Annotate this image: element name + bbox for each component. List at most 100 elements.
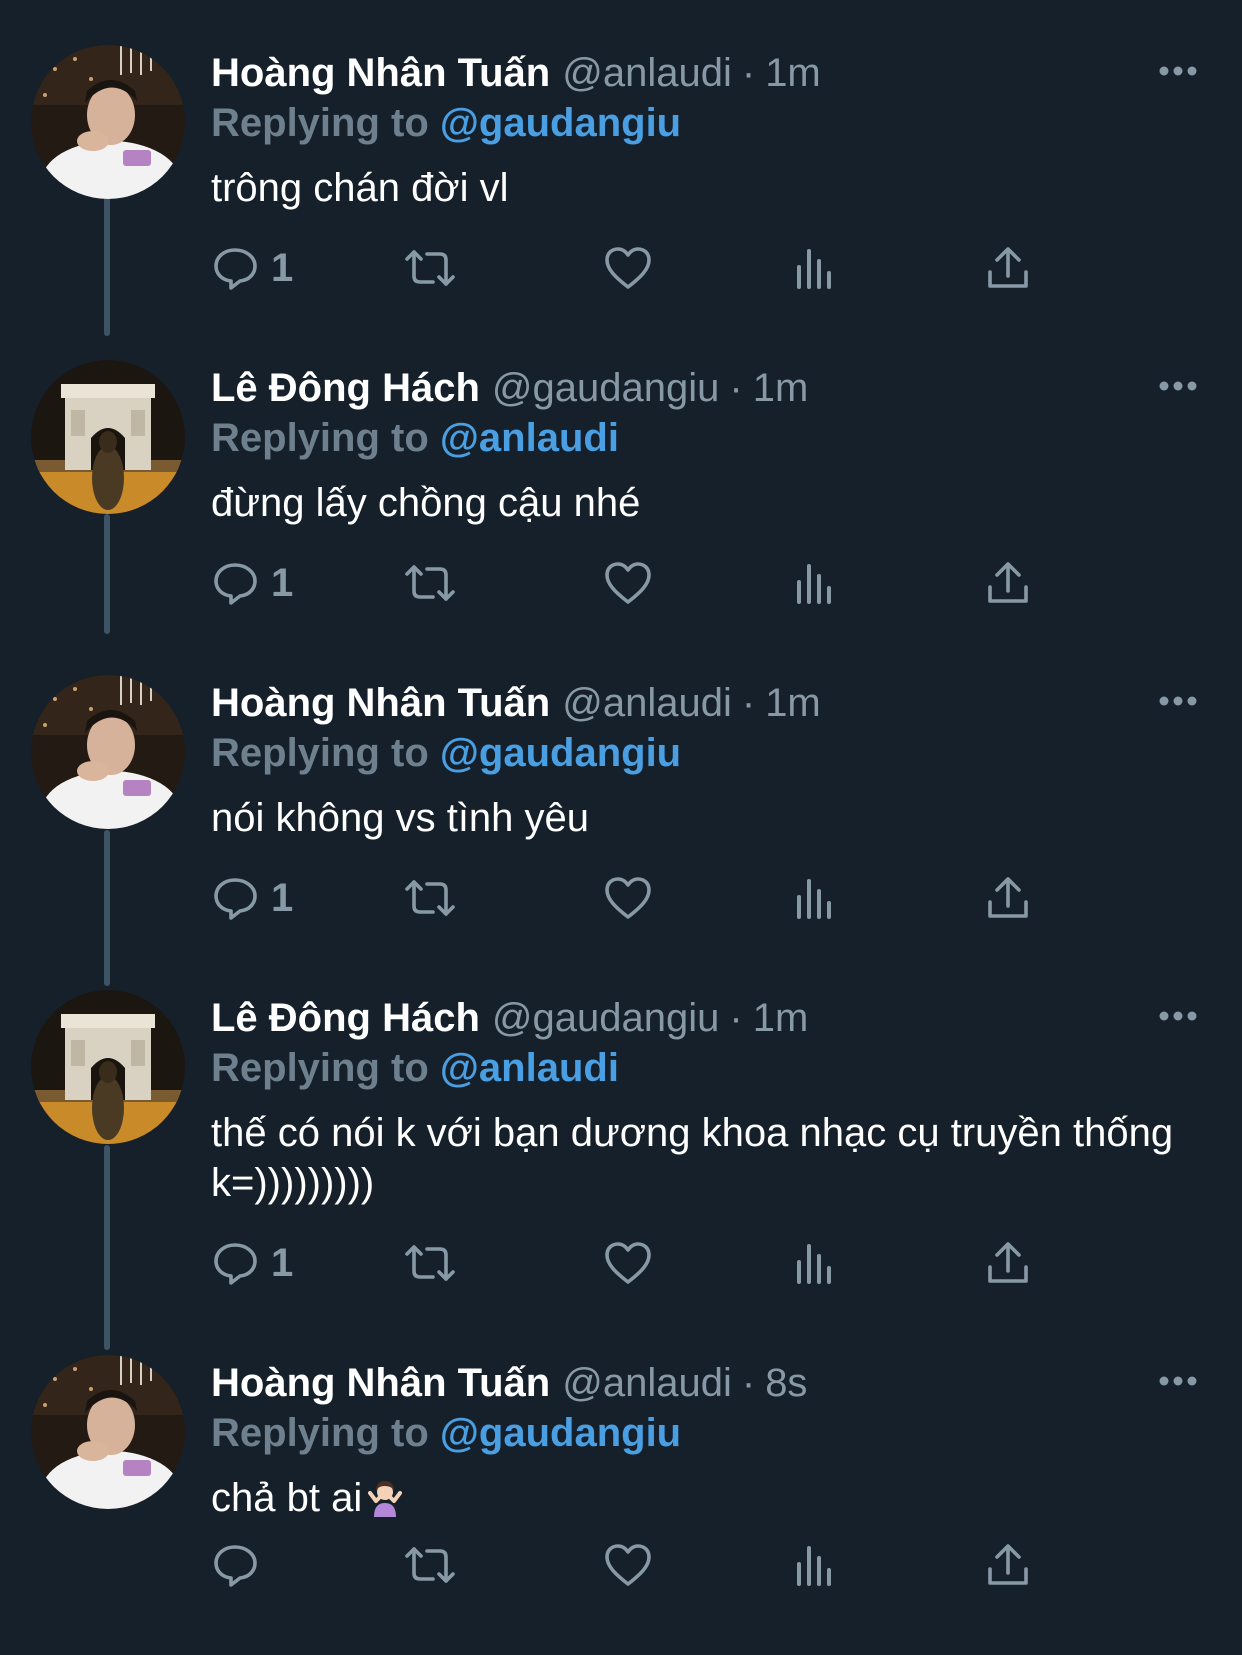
separator-dot: · — [741, 51, 756, 95]
views-button[interactable] — [793, 1535, 837, 1595]
display-name[interactable]: Lê Đông Hách — [211, 990, 480, 1046]
more-options-button[interactable] — [1156, 1361, 1200, 1401]
tweet-text-content: chả bt ai — [211, 1476, 363, 1520]
share-icon — [988, 877, 1028, 918]
avatar[interactable] — [31, 1355, 185, 1509]
mention-link[interactable]: @gaudangiu — [440, 101, 681, 145]
like-button[interactable] — [603, 238, 653, 298]
thread-line — [104, 1145, 110, 1350]
reply-bubble-icon — [214, 878, 257, 920]
reply-button[interactable]: 1 — [211, 1233, 293, 1293]
thread-line — [104, 514, 110, 634]
replying-to-label: Replying to — [211, 1411, 429, 1455]
user-handle[interactable]: @gaudangiu — [492, 990, 719, 1046]
analytics-icon — [797, 1546, 831, 1586]
tweet-header: Hoàng Nhân Tuấn @anlaudi · 8s — [211, 1355, 807, 1411]
share-button[interactable] — [985, 1233, 1031, 1293]
timestamp[interactable]: 8s — [765, 1355, 807, 1411]
views-button[interactable] — [793, 238, 837, 298]
replying-to: Replying to @gaudangiu — [211, 97, 681, 149]
more-options-button[interactable] — [1156, 366, 1200, 406]
avatar-portrait-image — [31, 45, 185, 199]
like-button[interactable] — [603, 868, 653, 928]
tweet-actions — [211, 1535, 1111, 1595]
retweet-button[interactable] — [403, 1233, 457, 1293]
reply-button[interactable]: 1 — [211, 238, 293, 298]
retweet-button[interactable] — [403, 238, 457, 298]
separator-dot: · — [729, 366, 743, 410]
mention-link[interactable]: @anlaudi — [440, 1046, 619, 1090]
tweet-actions: 1 — [211, 1233, 1111, 1293]
retweet-button[interactable] — [403, 553, 457, 613]
tweet-header: Lê Đông Hách @gaudangiu · 1m — [211, 990, 808, 1046]
mention-link[interactable]: @anlaudi — [440, 416, 619, 460]
like-button[interactable] — [603, 1535, 653, 1595]
reply-bubble-icon — [214, 1243, 257, 1285]
tweet-actions: 1 — [211, 238, 1111, 298]
timestamp[interactable]: 1m — [753, 360, 809, 416]
like-button[interactable] — [603, 553, 653, 613]
replying-to: Replying to @gaudangiu — [211, 727, 681, 779]
analytics-icon — [797, 249, 831, 289]
heart-icon — [605, 877, 651, 919]
reply-button[interactable]: 1 — [211, 553, 293, 613]
more-options-button[interactable] — [1156, 681, 1200, 721]
analytics-icon — [797, 564, 831, 604]
display-name[interactable]: Lê Đông Hách — [211, 360, 480, 416]
timestamp[interactable]: 1m — [765, 45, 821, 101]
reply-count: 1 — [271, 245, 294, 290]
share-button[interactable] — [985, 868, 1031, 928]
mention-link[interactable]: @gaudangiu — [440, 1411, 681, 1455]
retweet-button[interactable] — [403, 1535, 457, 1595]
heart-icon — [605, 1544, 651, 1586]
more-horizontal-icon — [1159, 66, 1197, 76]
views-button[interactable] — [793, 1233, 837, 1293]
views-button[interactable] — [793, 553, 837, 613]
like-button[interactable] — [603, 1233, 653, 1293]
retweet-icon — [405, 880, 455, 916]
user-handle[interactable]: @gaudangiu — [492, 360, 719, 416]
avatar[interactable] — [31, 990, 185, 1144]
replying-to-label: Replying to — [211, 1046, 429, 1090]
avatar[interactable] — [31, 675, 185, 829]
tweet-text: đừng lấy chồng cậu nhé — [211, 481, 641, 525]
more-horizontal-icon — [1159, 696, 1197, 706]
mention-link[interactable]: @gaudangiu — [440, 731, 681, 775]
separator-dot: · — [741, 681, 756, 725]
display-name[interactable]: Hoàng Nhân Tuấn — [211, 45, 550, 101]
user-handle[interactable]: @anlaudi — [562, 675, 732, 731]
reply-button[interactable] — [211, 1535, 271, 1595]
thread-line — [104, 830, 110, 986]
tweet-text: thế có nói k với bạn dương khoa nhạc cụ … — [211, 1111, 1174, 1205]
views-button[interactable] — [793, 868, 837, 928]
display-name[interactable]: Hoàng Nhân Tuấn — [211, 675, 550, 731]
avatar[interactable] — [31, 360, 185, 514]
avatar[interactable] — [31, 45, 185, 199]
replying-to: Replying to @gaudangiu — [211, 1407, 681, 1459]
separator-dot: · — [729, 996, 743, 1040]
retweet-icon — [405, 1245, 455, 1281]
user-handle[interactable]: @anlaudi — [562, 45, 732, 101]
reply-button[interactable]: 1 — [211, 868, 293, 928]
user-handle[interactable]: @anlaudi — [562, 1355, 732, 1411]
person-shrugging-emoji — [368, 1481, 403, 1517]
retweet-button[interactable] — [403, 868, 457, 928]
replying-to: Replying to @anlaudi — [211, 1042, 619, 1094]
replying-to-label: Replying to — [211, 101, 429, 145]
more-options-button[interactable] — [1156, 51, 1200, 91]
timestamp[interactable]: 1m — [765, 675, 821, 731]
share-button[interactable] — [985, 553, 1031, 613]
share-icon — [988, 247, 1028, 288]
tweet-header: Hoàng Nhân Tuấn @anlaudi · 1m — [211, 675, 821, 731]
avatar-portrait-image — [31, 675, 185, 829]
tweet-text: nói không vs tình yêu — [211, 796, 590, 840]
share-button[interactable] — [985, 238, 1031, 298]
reply-thread: Hoàng Nhân Tuấn @anlaudi · 1m Replying t… — [0, 0, 1242, 1655]
more-options-button[interactable] — [1156, 996, 1200, 1036]
display-name[interactable]: Hoàng Nhân Tuấn — [211, 1355, 550, 1411]
share-button[interactable] — [985, 1535, 1031, 1595]
share-icon — [988, 1544, 1028, 1585]
share-icon — [988, 562, 1028, 603]
timestamp[interactable]: 1m — [753, 990, 809, 1046]
heart-icon — [605, 562, 651, 604]
